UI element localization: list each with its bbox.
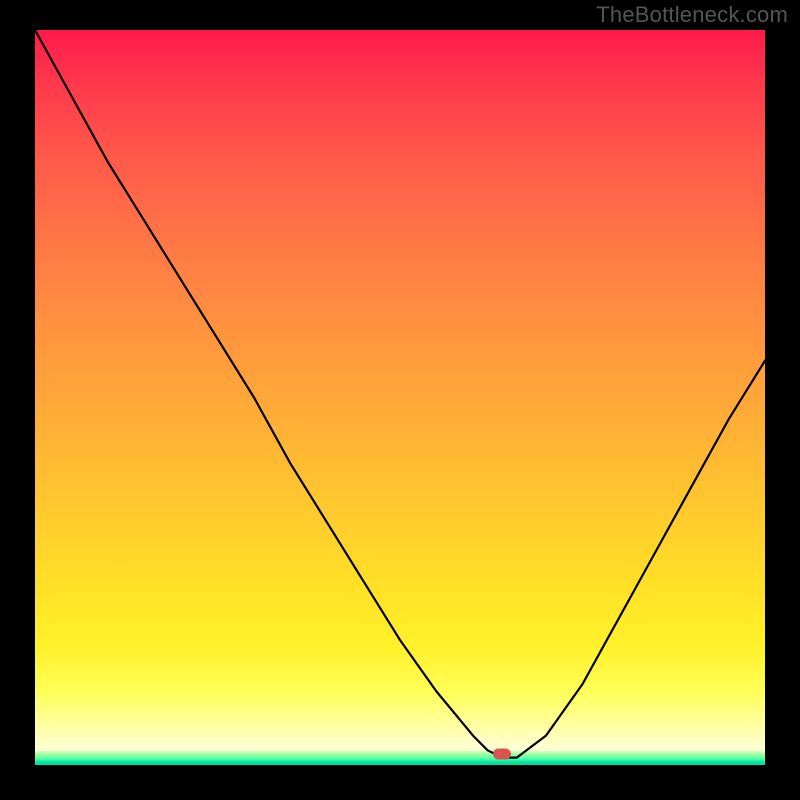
chart-frame: TheBottleneck.com (0, 0, 800, 800)
watermark-text: TheBottleneck.com (596, 2, 788, 28)
bottleneck-curve-path (35, 30, 765, 758)
curve-svg (35, 30, 765, 765)
plot-area (35, 30, 765, 765)
optimal-marker (493, 748, 511, 759)
